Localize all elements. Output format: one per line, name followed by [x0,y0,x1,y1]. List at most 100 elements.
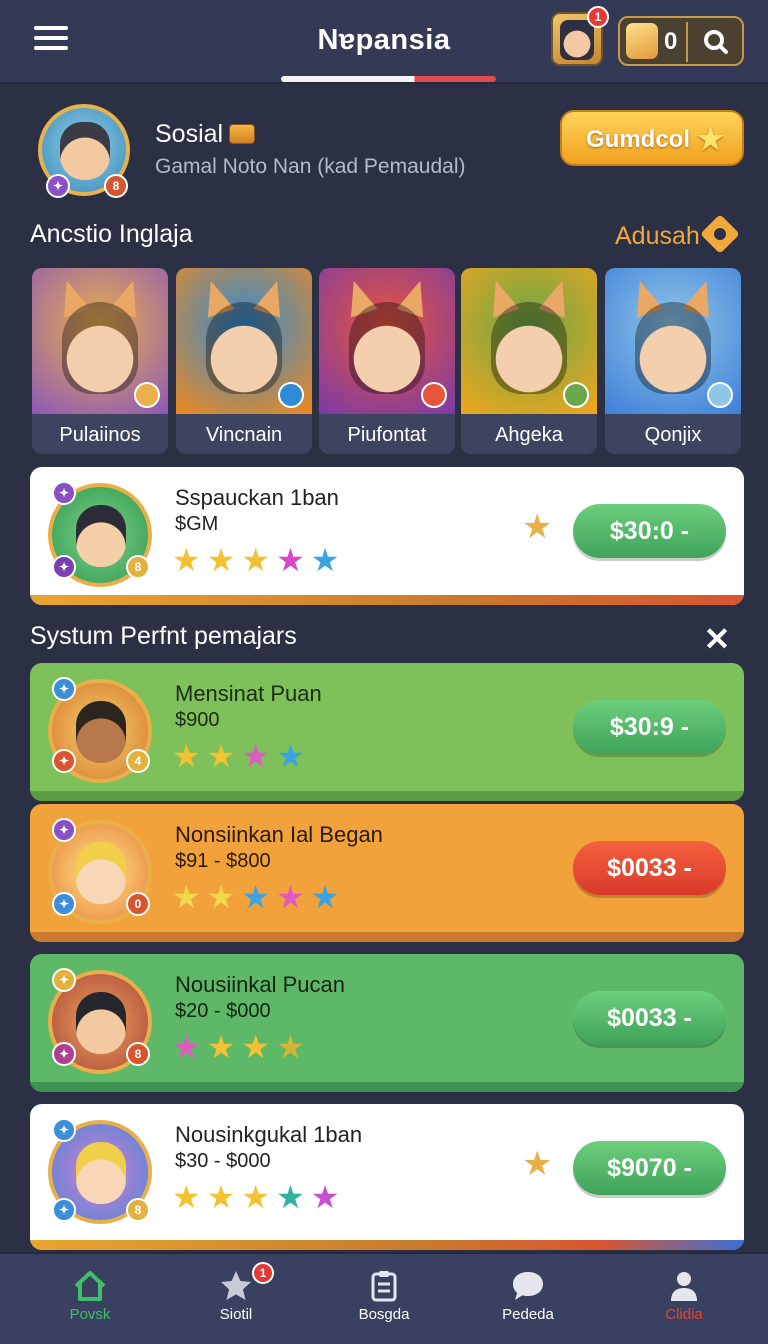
card-stripe [30,595,744,605]
class-badge-icon: ✦ [52,1198,76,1222]
see-all-label: Adusah [615,222,700,250]
nav-label: Siotil [219,1306,253,1323]
chest-icon [229,124,256,144]
character-card[interactable]: Ahgeka [461,268,597,454]
nav-item-favorites[interactable]: 1 Siotil [162,1254,310,1344]
cat-coin-icon [626,23,658,59]
character-name: Pulaiinos [59,424,141,446]
level-badge: 8 [126,1198,150,1222]
rating-stars: ★★★★ [172,738,311,774]
class-badge-icon: ✦ [52,677,76,701]
offer-price: $30 - $000 [175,1150,271,1172]
character-class-icon [707,382,733,408]
profile-name-text: Sosial [155,120,224,148]
class-badge-icon: ✦ [52,818,76,842]
level-badge: 0 [126,892,150,916]
offer-card[interactable]: ✦ ✦ 0 Nonsiinkan Ial Began $91 - $800 ★★… [30,804,744,942]
avatar-face [560,20,594,60]
gold-action-label: Gumdcol [586,126,691,153]
featured-offer-card[interactable]: ✦ ✦ 8 Sspauckan 1ban $GM ★★★★★ ★ $30:0 - [30,467,744,605]
class-badge-icon: ✦ [52,555,76,579]
character-card[interactable]: Qonjix [605,268,741,454]
search-icon [704,30,728,54]
offer-card[interactable]: ✦ ✦ 8 Nousinkgukal 1ban $30 - $000 ★★★★★… [30,1104,744,1250]
star-icon: ★ [697,123,724,156]
coin-count: 0 [664,28,678,55]
character-portrait [32,268,168,414]
header-avatar-button[interactable]: 1 [551,6,609,66]
character-face [206,302,282,394]
level-badge: 8 [126,1042,150,1066]
gold-action-button[interactable]: Gumdcol ★ [560,110,744,166]
offer-title: Sspauckan 1ban [175,485,339,510]
characters-section-title: Ancstio Inglaja [30,220,193,248]
home-icon [74,1271,106,1301]
offer-card[interactable]: ✦ ✦ 4 Mensinat Puan $900 ★★★★ $30:9 - [30,663,744,801]
character-portrait [461,268,597,414]
favorite-star-icon[interactable]: ★ [522,507,552,547]
nav-item-home[interactable]: Povsk [16,1254,164,1344]
character-face [635,302,711,394]
avatar-face [76,505,126,567]
character-face [349,302,425,394]
nav-item-tasks[interactable]: Bosgda [310,1254,458,1344]
search-button[interactable] [692,20,740,64]
profile-icon [671,1272,697,1301]
offer-card[interactable]: ✦ ✦ 8 Nousiinkal Pucan $20 - $000 ★★★★ $… [30,954,744,1092]
card-stripe [30,791,744,801]
chat-icon [513,1272,543,1300]
class-badge-icon: ✦ [52,749,76,773]
top-bar: Nɐpansia 1 0 [0,0,768,84]
star-icon [221,1271,251,1300]
offer-title: Nousinkgukal 1ban [175,1122,363,1147]
rating-stars: ★★★★★ [172,1179,346,1215]
level-badge: 4 [126,749,150,773]
rating-stars: ★★★★★ [172,879,346,915]
bottom-navigation: Povsk 1 Siotil Bosgda Pededa Clidia [0,1252,768,1344]
class-badge-icon: ✦ [52,1042,76,1066]
buy-button[interactable]: $9070 - [573,1141,726,1195]
character-card[interactable]: Vincnain [176,268,312,454]
character-portrait [176,268,312,414]
character-name: Ahgeka [495,424,563,446]
buy-button[interactable]: $0033 - [573,991,726,1045]
close-icon[interactable]: ✕ [700,622,734,656]
favorite-star-icon[interactable]: ★ [522,1144,552,1184]
offer-title: Mensinat Puan [175,681,322,706]
nav-item-profile[interactable]: Clidia [610,1254,758,1344]
coin-counter[interactable]: 0 [618,16,744,66]
buy-button[interactable]: $0033 - [573,841,726,895]
character-class-icon [421,382,447,408]
avatar-face [76,1142,126,1204]
nav-item-chat[interactable]: Pededa [454,1254,602,1344]
character-card[interactable]: Piufontat [319,268,455,454]
card-stripe [30,932,744,942]
avatar-face [76,842,126,904]
offer-title: Nonsiinkan Ial Began [175,822,383,847]
profile-subtitle: Gamal Noto Nan (kad Pemaudal) [155,155,466,178]
avatar-face [76,701,126,763]
character-card[interactable]: Pulaiinos [32,268,168,454]
clipboard-icon [371,1271,397,1302]
character-portrait [319,268,455,414]
notification-badge: 1 [587,6,609,28]
see-all-link[interactable]: Adusah [615,214,740,254]
offer-price: $20 - $000 [175,1000,271,1022]
avatar-face [60,122,110,180]
class-badge-icon: ✦ [52,481,76,505]
profile-avatar[interactable]: ✦ 8 [38,104,130,198]
level-badge: 8 [104,174,128,198]
offer-price: $91 - $800 [175,850,271,872]
class-badge-icon: ✦ [52,968,76,992]
card-stripe [30,1240,744,1250]
character-name: Piufontat [347,424,427,446]
character-name: Vincnain [205,424,283,446]
notification-badge: 1 [252,1262,274,1284]
avatar-face [76,992,126,1054]
character-face [491,302,567,394]
title-underline [281,76,496,82]
class-badge-icon: ✦ [46,174,70,198]
buy-button[interactable]: $30:0 - [573,504,726,558]
nav-label: Clidia [665,1306,703,1323]
buy-button[interactable]: $30:9 - [573,700,726,754]
